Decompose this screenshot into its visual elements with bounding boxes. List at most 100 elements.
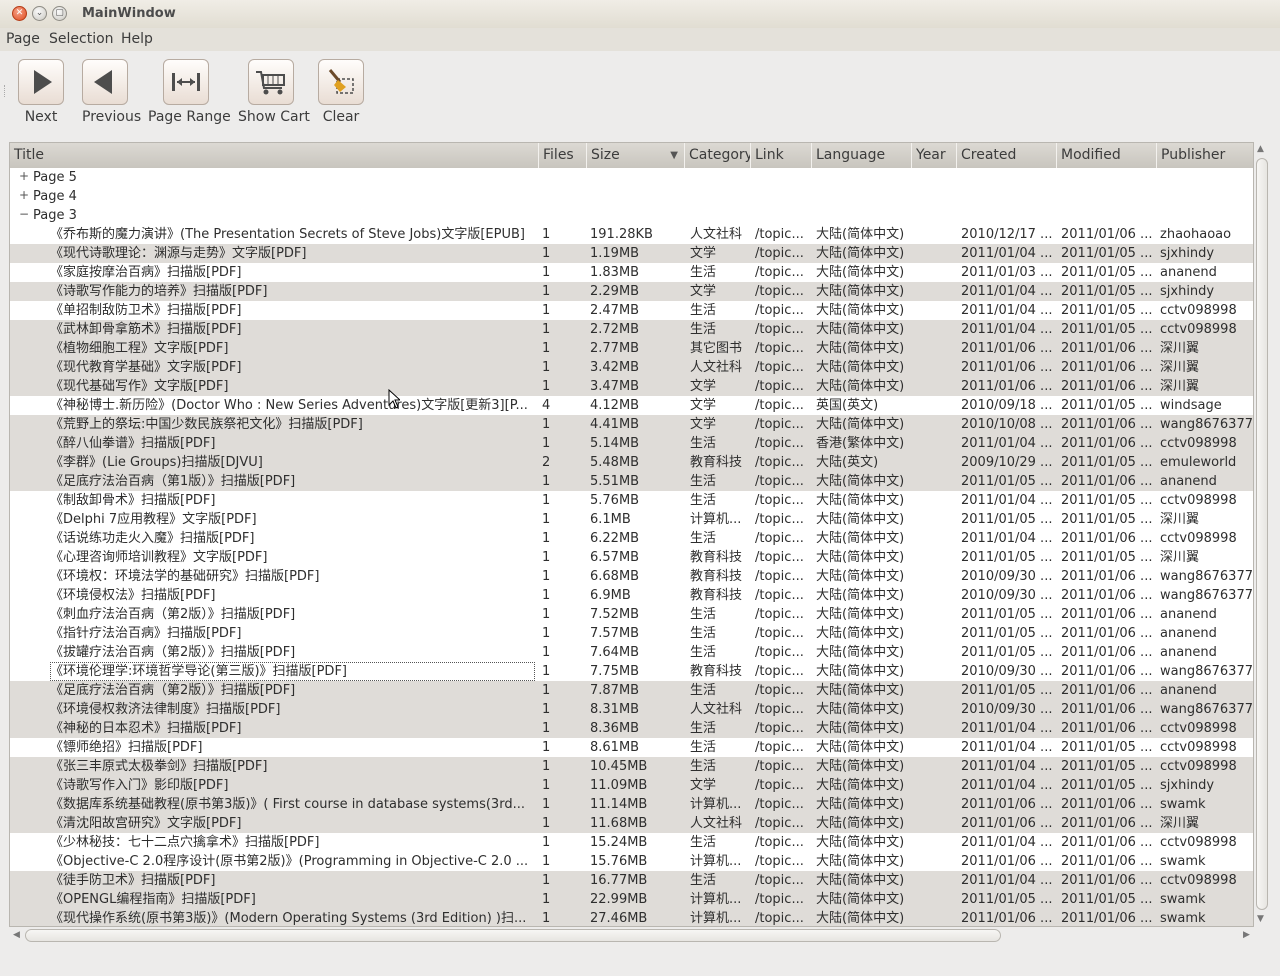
cell-title: 《Objective-C 2.0程序设计(原书第2版)》(Programming…	[50, 854, 529, 869]
cell-link: /topic...	[755, 303, 804, 318]
cell-year	[915, 890, 957, 909]
table-row[interactable]: 《现代诗歌理论：渊源与走势》文字版[PDF] 1 1.19MB 文学/topic...…	[10, 244, 1253, 263]
column-header-size[interactable]: Size ▼	[587, 143, 685, 168]
toolbar-grip[interactable]	[4, 85, 8, 97]
cell-title: 《武林卸骨拿筋术》扫描版[PDF]	[50, 322, 242, 337]
table-row[interactable]: 《李群》(Lie Groups)扫描版[DJVU] 2 5.48MB 教育科技/top…	[10, 453, 1253, 472]
cell-size: 1.19MB	[590, 246, 640, 261]
table-row[interactable]: 《Objective-C 2.0程序设计(原书第2版)》(Programming…	[10, 852, 1253, 871]
minimize-window-button[interactable]: ⌄	[32, 6, 47, 21]
group-row-page-5[interactable]: + Page 5	[10, 168, 1253, 187]
cell-category: 文学	[690, 417, 717, 432]
column-header-year[interactable]: Year	[912, 143, 957, 168]
table-row[interactable]: 《乔布斯的魔力演讲》(The Presentation Secrets of S…	[10, 225, 1253, 244]
table-row[interactable]: 《环境伦理学:环境哲学导论(第三版)》扫描版[PDF] 1 7.75MB 教育科技/t…	[10, 662, 1253, 681]
table-row[interactable]: 《现代基础写作》文字版[PDF] 1 3.47MB 文学/topic... 大陆(简体中…	[10, 377, 1253, 396]
column-header-modified[interactable]: Modified	[1057, 143, 1157, 168]
close-window-button[interactable]: ✕	[12, 6, 27, 21]
horizontal-scrollbar[interactable]: ◀ ▶	[9, 928, 1254, 944]
cell-created: 2011/01/05 ...	[961, 474, 1053, 489]
scroll-down-icon[interactable]: ▼	[1257, 914, 1264, 924]
cell-publisher: cctv098998	[1160, 740, 1237, 755]
table-row[interactable]: 《Delphi 7应用教程》文字版[PDF] 1 6.1MB 计算机... /topic…	[10, 510, 1253, 529]
cell-year	[915, 529, 957, 548]
scroll-up-icon[interactable]: ▲	[1257, 144, 1264, 154]
menu-help[interactable]: Help	[121, 31, 153, 47]
column-header-publisher[interactable]: Publisher	[1157, 143, 1253, 168]
table-row[interactable]: 《数据库系统基础教程(原书第3版)》( First course in data…	[10, 795, 1253, 814]
previous-button[interactable]: Previous	[82, 59, 141, 125]
table-row[interactable]: 《现代操作系统(原书第3版)》(Modern Operating Systems…	[10, 909, 1253, 926]
table-row[interactable]: 《荒野上的祭坛:中国少数民族祭祀文化》扫描版[PDF] 1 4.41MB 文学/top…	[10, 415, 1253, 434]
menu-page[interactable]: Page	[6, 31, 40, 47]
table-row[interactable]: 《指针疗法治百病》扫描版[PDF] 1 7.57MB 生活/topic... 大陆(简体…	[10, 624, 1253, 643]
group-row-page-3[interactable]: − Page 3	[10, 206, 1253, 225]
table-row[interactable]: 《制敌卸骨术》扫描版[PDF] 1 5.76MB 生活/topic... 大陆(简体中文…	[10, 491, 1253, 510]
cell-category: 教育科技	[690, 455, 743, 470]
group-row-page-4[interactable]: + Page 4	[10, 187, 1253, 206]
table-row[interactable]: 《少林秘技：七十二点穴擒拿术》扫描版[PDF] 1 15.24MB 生活/topic.…	[10, 833, 1253, 852]
table-row[interactable]: 《清沈阳故宫研究》文字版[PDF] 1 11.68MB 人文社科/topic... 大陆…	[10, 814, 1253, 833]
cell-link: /topic...	[755, 474, 804, 489]
table-row[interactable]: 《武林卸骨拿筋术》扫描版[PDF] 1 2.72MB 生活/topic... 大陆(简体…	[10, 320, 1253, 339]
table-row[interactable]: 《植物细胞工程》文字版[PDF] 1 2.77MB 其它图书/topic... 大陆(简…	[10, 339, 1253, 358]
column-header-created[interactable]: Created	[957, 143, 1057, 168]
collapse-icon[interactable]: −	[19, 208, 29, 220]
cell-title: 《足底疗法治百病（第2版）》扫描版[PDF]	[50, 683, 296, 698]
table-row[interactable]: 《刺血疗法治百病（第2版）》扫描版[PDF] 1 7.52MB 生活/topic...…	[10, 605, 1253, 624]
table-row[interactable]: 《环境权：环境法学的基础研究》扫描版[PDF] 1 6.68MB 教育科技/topic…	[10, 567, 1253, 586]
column-header-files[interactable]: Files	[539, 143, 587, 168]
expand-icon[interactable]: +	[19, 189, 29, 201]
cell-category: 计算机...	[690, 797, 742, 812]
table-row[interactable]: 《镖师绝招》扫描版[PDF] 1 8.61MB 生活/topic... 大陆(简体中文)…	[10, 738, 1253, 757]
cell-created: 2011/01/05 ...	[961, 892, 1053, 907]
vertical-scrollbar[interactable]: ▲ ▼	[1254, 142, 1270, 927]
cell-language: 大陆(简体中文)	[816, 341, 905, 356]
cell-category: 生活	[690, 322, 717, 337]
scroll-right-icon[interactable]: ▶	[1243, 930, 1250, 940]
cell-language: 大陆(简体中文)	[816, 360, 905, 375]
cell-size: 16.77MB	[590, 873, 648, 888]
table-row[interactable]: 《足底疗法治百病（第1版）》扫描版[PDF] 1 5.51MB 生活/topic...…	[10, 472, 1253, 491]
table-row[interactable]: 《醉八仙拳谱》扫描版[PDF] 1 5.14MB 生活/topic... 香港(繁体中文…	[10, 434, 1253, 453]
table-row[interactable]: 《话说练功走火入魔》扫描版[PDF] 1 6.22MB 生活/topic... 大陆(简…	[10, 529, 1253, 548]
clear-button[interactable]: Clear	[318, 59, 364, 125]
show-cart-button[interactable]: Show Cart	[238, 59, 310, 125]
table-row[interactable]: 《现代教育学基础》文字版[PDF] 1 3.42MB 人文社科/topic... 大陆(…	[10, 358, 1253, 377]
column-header-title[interactable]: Title	[10, 143, 539, 168]
table-row[interactable]: 《拔罐疗法治百病（第2版）》扫描版[PDF] 1 7.64MB 生活/topic...…	[10, 643, 1253, 662]
cell-modified: 2011/01/06 ...	[1061, 474, 1153, 489]
cell-link: /topic...	[755, 778, 804, 793]
cell-year	[915, 567, 957, 586]
cell-language: 大陆(简体中文)	[816, 645, 905, 660]
table-row[interactable]: 《神秘的日本忍术》扫描版[PDF] 1 8.36MB 生活/topic... 大陆(简体…	[10, 719, 1253, 738]
table-row[interactable]: 《家庭按摩治百病》扫描版[PDF] 1 1.83MB 生活/topic... 大陆(简体…	[10, 263, 1253, 282]
cell-modified: 2011/01/06 ...	[1061, 607, 1153, 622]
cell-modified: 2011/01/06 ...	[1061, 683, 1153, 698]
table-row[interactable]: 《心理咨询师培训教程》文字版[PDF] 1 6.57MB 教育科技/topic... 大…	[10, 548, 1253, 567]
column-header-category[interactable]: Category	[685, 143, 751, 168]
table-row[interactable]: 《徒手防卫术》扫描版[PDF] 1 16.77MB 生活/topic... 大陆(简体中…	[10, 871, 1253, 890]
table-row[interactable]: 《环境侵权救济法律制度》扫描版[PDF] 1 8.31MB 人文社科/topic...…	[10, 700, 1253, 719]
table-row[interactable]: 《诗歌写作入门》影印版[PDF] 1 11.09MB 文学/topic... 大陆(简体…	[10, 776, 1253, 795]
table-row[interactable]: 《诗歌写作能力的培养》扫描版[PDF] 1 2.29MB 文学/topic... 大陆(…	[10, 282, 1253, 301]
table-row[interactable]: 《单招制敌防卫术》扫描版[PDF] 1 2.47MB 生活/topic... 大陆(简体…	[10, 301, 1253, 320]
column-header-language[interactable]: Language	[812, 143, 912, 168]
table-row[interactable]: 《环境侵权法》扫描版[PDF] 1 6.9MB 教育科技/topic... 大陆(简体中…	[10, 586, 1253, 605]
column-header-link[interactable]: Link	[751, 143, 812, 168]
expand-icon[interactable]: +	[19, 170, 29, 182]
table-row[interactable]: 《神秘博士.新历险》(Doctor Who : New Series Adven…	[10, 396, 1253, 415]
horizontal-scroll-thumb[interactable]	[25, 929, 1001, 942]
cell-publisher: cctv098998	[1160, 721, 1237, 736]
cell-size: 11.68MB	[590, 816, 648, 831]
scroll-left-icon[interactable]: ◀	[13, 930, 20, 940]
menu-selection[interactable]: Selection	[49, 31, 114, 47]
maximize-window-button[interactable]: ▢	[52, 6, 67, 21]
vertical-scroll-thumb[interactable]	[1256, 158, 1268, 910]
next-button[interactable]: Next	[18, 59, 64, 125]
results-table[interactable]: Title Files Size ▼ Category Link Language…	[9, 142, 1254, 927]
page-range-button[interactable]: Page Range	[148, 59, 231, 125]
table-row[interactable]: 《足底疗法治百病（第2版）》扫描版[PDF] 1 7.87MB 生活/topic...…	[10, 681, 1253, 700]
table-row[interactable]: 《OPENGL编程指南》扫描版[PDF] 1 22.99MB 计算机... /topic…	[10, 890, 1253, 909]
table-row[interactable]: 《张三丰原式太极拳剑》扫描版[PDF] 1 10.45MB 生活/topic... 大陆…	[10, 757, 1253, 776]
